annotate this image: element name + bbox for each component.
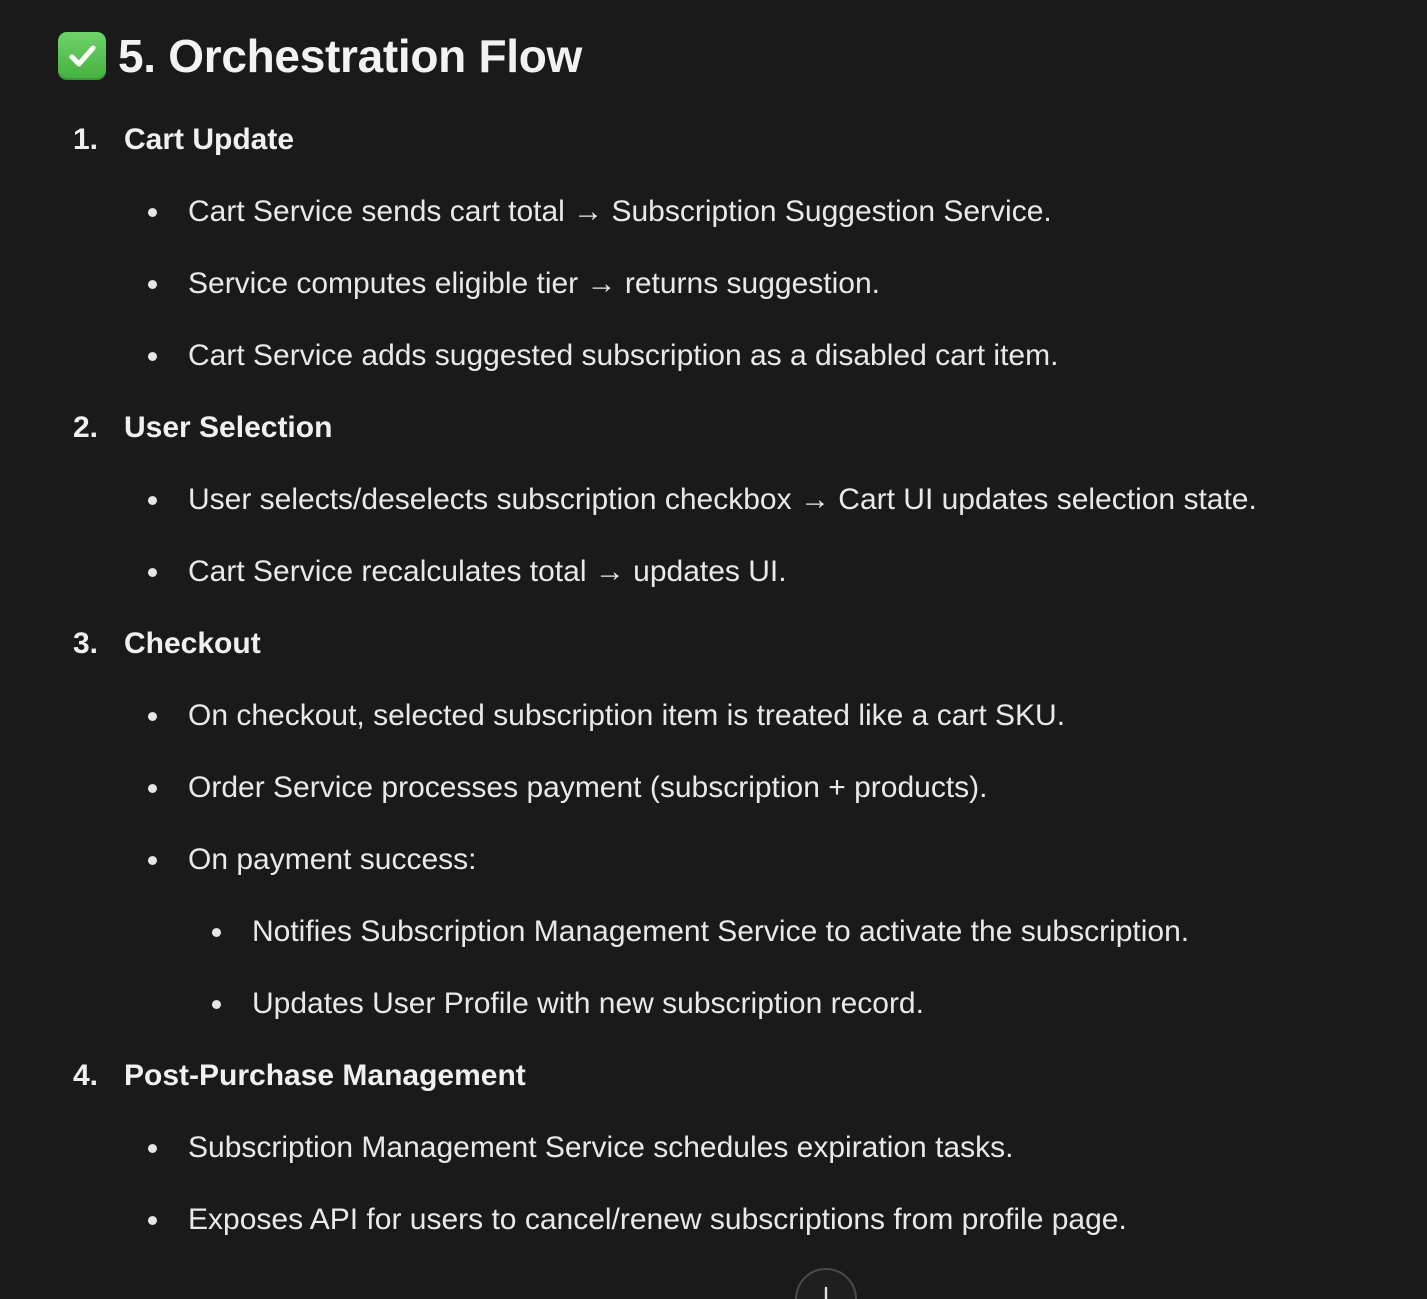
list-item: Order Service processes payment (subscri… xyxy=(0,768,1427,808)
list-item-text: Cart Service adds suggested subscription… xyxy=(188,339,1059,372)
section-number: 1. xyxy=(73,123,99,156)
list-item-section-3: 3. Checkout xyxy=(0,624,1427,664)
list-item: Service computes eligible tier → returns… xyxy=(0,264,1427,304)
list-item-text: User selects/deselects subscription chec… xyxy=(188,483,1257,516)
bullet-icon xyxy=(212,928,221,937)
nested-list-item: Notifies Subscription Management Service… xyxy=(0,912,1427,952)
list-item-text: On payment success: xyxy=(188,843,477,876)
list-item-text: On checkout, selected subscription item … xyxy=(188,699,1066,732)
section-title: Post-Purchase Management xyxy=(124,1059,526,1092)
bullet-icon xyxy=(148,352,157,361)
section-number: 2. xyxy=(73,411,99,444)
list-item: On payment success: xyxy=(0,840,1427,880)
bullet-icon xyxy=(212,1000,221,1009)
section-number: 4. xyxy=(73,1059,99,1092)
list-item: Cart Service recalculates total → update… xyxy=(0,552,1427,592)
bullet-icon xyxy=(148,1144,157,1153)
list-item-text: Notifies Subscription Management Service… xyxy=(252,915,1190,948)
list-item-text: Subscription Management Service schedule… xyxy=(188,1131,1014,1164)
bullet-icon xyxy=(148,208,157,217)
bullet-icon xyxy=(148,856,157,865)
list-item: User selects/deselects subscription chec… xyxy=(0,480,1427,520)
list-item-text: Exposes API for users to cancel/renew su… xyxy=(188,1203,1127,1236)
nested-list-item: Updates User Profile with new subscripti… xyxy=(0,984,1427,1024)
list-item: Cart Service sends cart total → Subscrip… xyxy=(0,192,1427,232)
bullet-icon xyxy=(148,280,157,289)
section-title: User Selection xyxy=(124,411,333,444)
bullet-icon xyxy=(148,784,157,793)
list-item-text: Order Service processes payment (subscri… xyxy=(188,771,988,804)
check-mark-button-icon xyxy=(58,32,106,80)
section-title: Cart Update xyxy=(124,123,295,156)
bullet-icon xyxy=(148,1216,157,1225)
list-item-text: Updates User Profile with new subscripti… xyxy=(252,987,924,1020)
list-item-section-1: 1. Cart Update xyxy=(0,120,1427,160)
arrow-down-icon xyxy=(824,1286,828,1299)
list-item-section-2: 2. User Selection xyxy=(0,408,1427,448)
list-item: Exposes API for users to cancel/renew su… xyxy=(0,1200,1427,1240)
bullet-icon xyxy=(148,496,157,505)
list-item-text: Cart Service recalculates total → update… xyxy=(188,555,787,588)
list-item: Cart Service adds suggested subscription… xyxy=(0,336,1427,376)
heading-text: 5. Orchestration Flow xyxy=(118,30,583,82)
list-item: On checkout, selected subscription item … xyxy=(0,696,1427,736)
section-heading: 5. Orchestration Flow xyxy=(58,28,582,84)
message-content: 5. Orchestration Flow 1. Cart Update Car… xyxy=(0,0,1427,1299)
list-item-text: Service computes eligible tier → returns… xyxy=(188,267,880,300)
list-item-section-4: 4. Post-Purchase Management xyxy=(0,1056,1427,1096)
bullet-icon xyxy=(148,712,157,721)
bullet-icon xyxy=(148,568,157,577)
section-number: 3. xyxy=(73,627,99,660)
list-item: Subscription Management Service schedule… xyxy=(0,1128,1427,1168)
section-title: Checkout xyxy=(124,627,261,660)
list-item-text: Cart Service sends cart total → Subscrip… xyxy=(188,195,1052,228)
